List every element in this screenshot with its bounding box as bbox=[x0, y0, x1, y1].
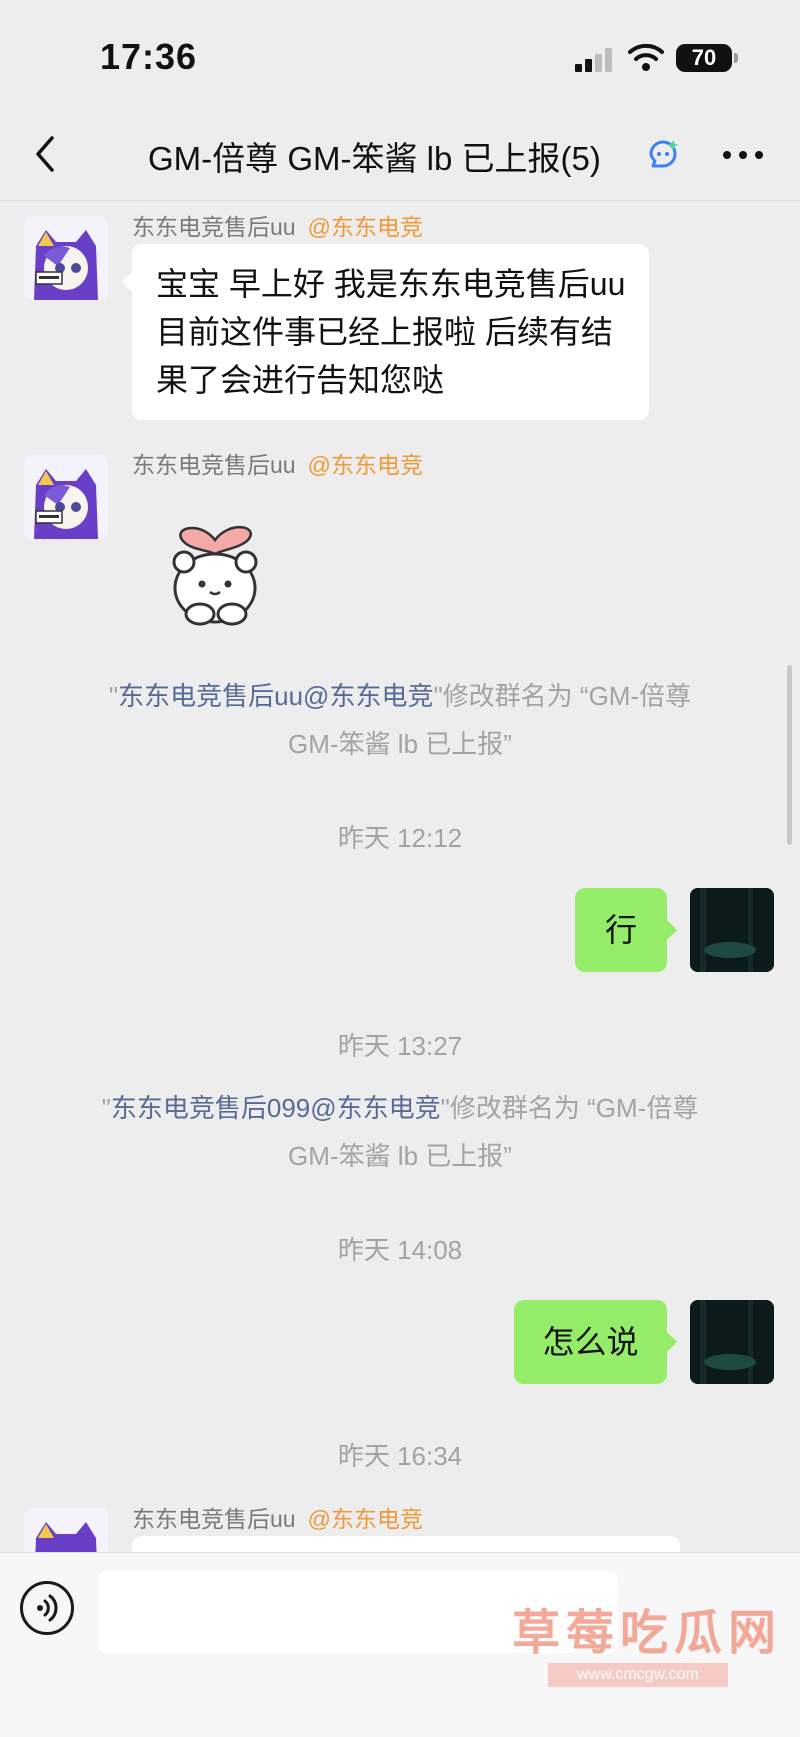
time-divider: 昨天 13:27 bbox=[337, 1031, 463, 1061]
actor-link[interactable]: 东东电竞售后099@东东电竞 bbox=[111, 1093, 441, 1123]
voice-wave-icon bbox=[37, 1594, 58, 1622]
sender-tag: @东东电竞 bbox=[307, 1506, 423, 1532]
message-text-line: 目前这件事已经上报啦 后续有结 bbox=[156, 314, 613, 350]
status-time: 17:36 bbox=[100, 36, 198, 77]
sender-tag: @东东电竞 bbox=[307, 452, 423, 478]
chat-title: GM-倍尊 GM-笨酱 lb 已上报(5) bbox=[148, 140, 601, 177]
watermark-url: www.cmcgw.com bbox=[548, 1663, 728, 1687]
system-notice-line: "东东电竞售后uu@东东电竞"修改群名为 “GM-倍尊 bbox=[40, 672, 760, 720]
forest-avatar-icon bbox=[690, 888, 774, 972]
heart-bear-sticker[interactable] bbox=[160, 500, 270, 640]
system-notice-text: "修改群名为 “GM-倍尊 bbox=[440, 1093, 699, 1123]
watermark-text: 草莓吃瓜网 bbox=[512, 1607, 783, 1660]
sender-line: 东东电竞售后uu @东东电竞 bbox=[132, 208, 423, 242]
sender-line: 东东电竞售后uu @东东电竞 bbox=[132, 1500, 423, 1534]
my-avatar[interactable] bbox=[690, 888, 774, 972]
battery-indicator: 70 bbox=[676, 44, 738, 72]
scrollbar[interactable] bbox=[787, 665, 792, 845]
message-text-line: 果了会进行告知您哒 bbox=[156, 362, 445, 398]
more-options-icon[interactable] bbox=[720, 140, 766, 170]
sender-name: 东东电竞售后uu bbox=[132, 214, 296, 240]
cat-avatar-icon bbox=[24, 455, 108, 539]
outgoing-message-bubble[interactable]: 行 bbox=[575, 888, 677, 972]
input-bar: 草莓吃瓜网 www.cmcgw.com bbox=[0, 1552, 800, 1737]
sender-avatar[interactable] bbox=[24, 455, 108, 539]
system-rename-notice: "东东电竞售后uu@东东电竞"修改群名为 “GM-倍尊 GM-笨酱 lb 已上报… bbox=[40, 672, 760, 768]
back-arrow-icon[interactable] bbox=[28, 134, 64, 174]
time-divider: 昨天 16:34 bbox=[337, 1441, 463, 1471]
sender-name: 东东电竞售后uu bbox=[132, 452, 296, 478]
system-notice-text: GM-笨酱 lb 已上报” bbox=[288, 1141, 512, 1171]
time-divider: 昨天 14:08 bbox=[337, 1235, 463, 1265]
actor-link[interactable]: 东东电竞售后uu@东东电竞 bbox=[118, 681, 433, 711]
forest-avatar-icon bbox=[690, 1300, 774, 1384]
cellular-signal-icon bbox=[575, 48, 612, 72]
outgoing-message-bubble[interactable]: 怎么说 bbox=[514, 1300, 677, 1384]
status-bar: 17:36 70 bbox=[0, 0, 800, 110]
system-notice-line: "东东电竞售后099@东东电竞"修改群名为 “GM-倍尊 bbox=[40, 1084, 760, 1132]
group-assistant-icon[interactable] bbox=[645, 136, 681, 172]
wifi-icon bbox=[628, 43, 664, 71]
system-notice-text: GM-笨酱 lb 已上报” bbox=[288, 729, 512, 759]
message-text-line: 宝宝 早上好 我是东东电竞售后uu bbox=[156, 266, 626, 302]
voice-input-button[interactable] bbox=[20, 1581, 74, 1635]
my-avatar[interactable] bbox=[690, 1300, 774, 1384]
system-rename-notice: "东东电竞售后099@东东电竞"修改群名为 “GM-倍尊 GM-笨酱 lb 已上… bbox=[40, 1084, 760, 1180]
incoming-message-bubble[interactable]: 宝宝 早上好 我是东东电竞售后uu 目前这件事已经上报啦 后续有结 果了会进行告… bbox=[121, 244, 650, 420]
sender-line: 东东电竞售后uu @东东电竞 bbox=[132, 446, 423, 480]
quote-mark: " bbox=[101, 1093, 111, 1123]
chat-header: GM-倍尊 GM-笨酱 lb 已上报(5) bbox=[0, 110, 800, 201]
sender-tag: @东东电竞 bbox=[307, 214, 423, 240]
system-notice-text: "修改群名为 “GM-倍尊 bbox=[433, 681, 692, 711]
time-divider: 昨天 12:12 bbox=[337, 823, 463, 853]
cat-avatar-icon bbox=[24, 216, 108, 300]
sender-avatar[interactable] bbox=[24, 216, 108, 300]
quote-mark: " bbox=[108, 681, 119, 711]
sender-name: 东东电竞售后uu bbox=[132, 1506, 296, 1532]
